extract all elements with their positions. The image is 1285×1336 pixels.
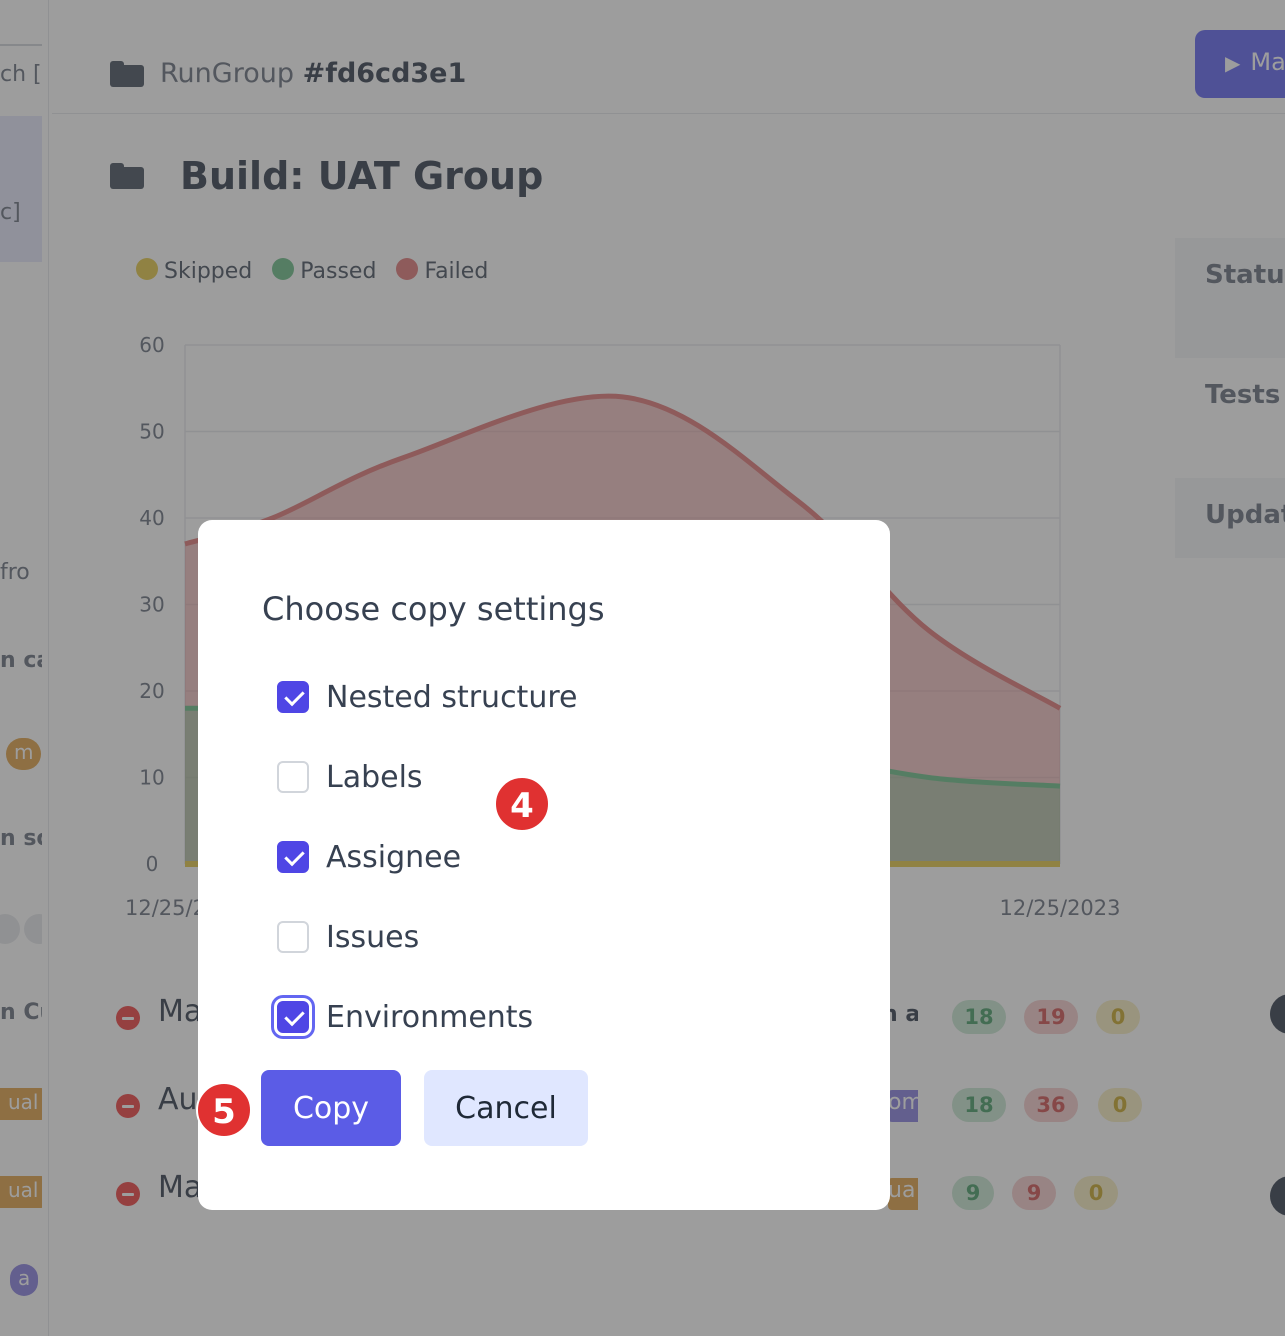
option-assignee[interactable]: Assignee — [277, 839, 462, 875]
checkbox-labels[interactable] — [277, 761, 309, 793]
option-label: Labels — [326, 759, 423, 795]
cancel-button[interactable]: Cancel — [424, 1070, 588, 1146]
step-badge-4: 4 — [494, 776, 550, 832]
option-environments[interactable]: Environments — [277, 999, 534, 1035]
option-issues[interactable]: Issues — [277, 919, 420, 955]
copy-button[interactable]: Copy — [261, 1070, 401, 1146]
checkbox-nested-structure[interactable] — [277, 681, 309, 713]
option-label: Issues — [326, 919, 420, 955]
checkbox-issues[interactable] — [277, 921, 309, 953]
checkbox-environments[interactable] — [277, 1001, 309, 1033]
option-nested-structure[interactable]: Nested structure — [277, 679, 578, 715]
option-label: Environments — [326, 999, 534, 1035]
step-badge-5: 5 — [196, 1082, 252, 1138]
copy-settings-dialog: Choose copy settings Nested structure La… — [198, 520, 890, 1210]
checkbox-assignee[interactable] — [277, 841, 309, 873]
option-labels[interactable]: Labels — [277, 759, 423, 795]
option-label: Nested structure — [326, 679, 578, 715]
dialog-title: Choose copy settings — [262, 590, 605, 628]
option-label: Assignee — [326, 839, 462, 875]
